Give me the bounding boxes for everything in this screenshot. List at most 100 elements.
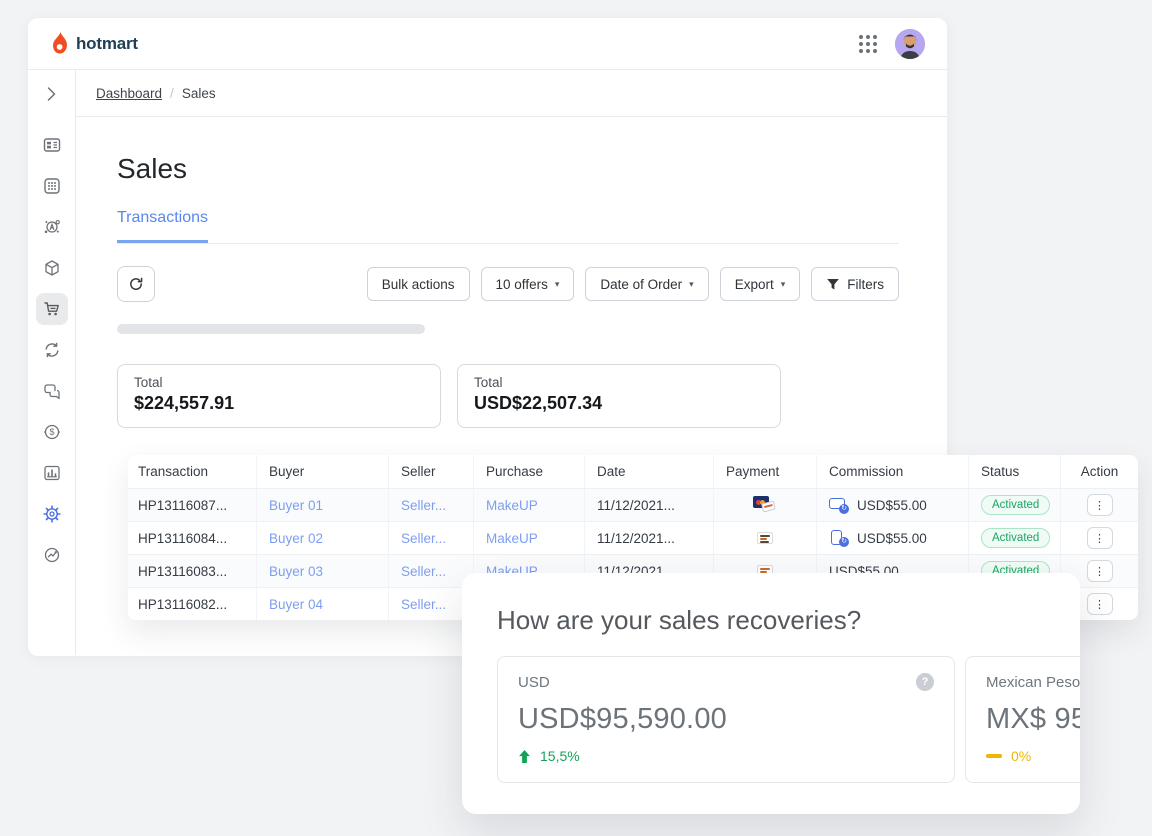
seller-link[interactable]: Seller... bbox=[388, 588, 473, 620]
sidebar-item-automation[interactable] bbox=[36, 211, 68, 243]
subscriptions-icon bbox=[42, 340, 62, 360]
filters-button[interactable]: Filters bbox=[811, 267, 899, 301]
sidebar-item-apps[interactable] bbox=[36, 170, 68, 202]
bulk-actions-button[interactable]: Bulk actions bbox=[367, 267, 470, 301]
sidebar-item-insights[interactable] bbox=[36, 539, 68, 571]
buyer-link[interactable]: Buyer 03 bbox=[256, 555, 388, 587]
status-badge: Activated bbox=[981, 528, 1050, 548]
card-recurrence-icon: ↻ bbox=[829, 497, 849, 514]
row-actions-button[interactable]: ⋮ bbox=[1087, 593, 1113, 615]
change-percent: 0% bbox=[1011, 748, 1031, 764]
arrow-up-icon bbox=[518, 750, 531, 763]
total-label: Total bbox=[474, 375, 764, 390]
finance-icon: $ bbox=[42, 422, 62, 442]
breadcrumb-dashboard[interactable]: Dashboard bbox=[96, 86, 162, 101]
table-header-row: Transaction Buyer Seller Purchase Date P… bbox=[128, 455, 1138, 488]
sidebar-expand-button[interactable] bbox=[47, 87, 56, 101]
export-dropdown[interactable]: Export ▾ bbox=[720, 267, 801, 301]
seller-link[interactable]: Seller... bbox=[388, 522, 473, 554]
help-icon[interactable]: ? bbox=[916, 673, 934, 691]
cart-icon bbox=[42, 299, 62, 319]
sidebar-item-messages[interactable] bbox=[36, 375, 68, 407]
sidebar-item-finance[interactable]: $ bbox=[36, 416, 68, 448]
purchase-link[interactable]: MakeUP bbox=[473, 522, 584, 554]
sidebar-item-settings[interactable] bbox=[36, 498, 68, 530]
column-header: Transaction bbox=[128, 455, 256, 488]
commission-value: USD$55.00 bbox=[857, 531, 927, 546]
credit-card-icon bbox=[753, 496, 777, 514]
seller-link[interactable]: Seller... bbox=[388, 555, 473, 587]
chevron-down-icon: ▾ bbox=[555, 279, 560, 290]
overview-icon bbox=[42, 135, 62, 155]
sidebar: $ bbox=[28, 70, 76, 655]
tabs: Transactions bbox=[117, 209, 899, 244]
insights-icon bbox=[42, 545, 62, 565]
column-header: Status bbox=[968, 455, 1060, 488]
total-value: USD$22,507.34 bbox=[474, 393, 764, 414]
status-badge: Activated bbox=[981, 495, 1050, 515]
total-label: Total bbox=[134, 375, 424, 390]
refresh-button[interactable] bbox=[117, 266, 155, 302]
table-row: HP13116084... Buyer 02 Seller... MakeUP … bbox=[128, 521, 1138, 554]
loading-skeleton bbox=[117, 324, 425, 334]
sidebar-item-sales[interactable] bbox=[36, 293, 68, 325]
transaction-id: HP13116084... bbox=[128, 522, 256, 554]
kebab-icon: ⋮ bbox=[1094, 499, 1105, 512]
column-header: Seller bbox=[388, 455, 473, 488]
automation-icon bbox=[42, 217, 62, 237]
apps-grid-icon bbox=[42, 176, 62, 196]
invoice-recurrence-icon: ↻ bbox=[829, 530, 849, 547]
refresh-icon bbox=[128, 276, 144, 292]
tab-transactions[interactable]: Transactions bbox=[117, 209, 208, 243]
sidebar-item-products[interactable] bbox=[36, 252, 68, 284]
table-row: HP13116087... Buyer 01 Seller... MakeUP … bbox=[128, 488, 1138, 521]
reports-icon bbox=[42, 463, 62, 483]
total-value: $224,557.91 bbox=[134, 393, 424, 414]
buyer-link[interactable]: Buyer 04 bbox=[256, 588, 388, 620]
brand-name: hotmart bbox=[76, 34, 138, 54]
funnel-icon bbox=[826, 278, 840, 291]
chevron-down-icon: ▾ bbox=[781, 279, 786, 290]
column-header: Buyer bbox=[256, 455, 388, 488]
row-actions-button[interactable]: ⋮ bbox=[1087, 494, 1113, 516]
products-icon bbox=[42, 258, 62, 278]
change-percent: 15,5% bbox=[540, 748, 580, 764]
kebab-icon: ⋮ bbox=[1094, 532, 1105, 545]
kebab-icon: ⋮ bbox=[1094, 565, 1105, 578]
hotmart-logo[interactable]: hotmart bbox=[50, 32, 138, 56]
currency-value: USD$95,590.00 bbox=[518, 703, 934, 736]
row-actions-button[interactable]: ⋮ bbox=[1087, 560, 1113, 582]
column-header: Purchase bbox=[473, 455, 584, 488]
user-avatar[interactable] bbox=[895, 29, 925, 59]
date-cell: 11/12/2021... bbox=[584, 489, 713, 521]
sidebar-item-reports[interactable] bbox=[36, 457, 68, 489]
transaction-id: HP13116082... bbox=[128, 588, 256, 620]
dash-icon bbox=[986, 754, 1002, 758]
currency-card-mxn: Mexican Peso ? MX$ 95 0% bbox=[965, 656, 1080, 783]
buyer-link[interactable]: Buyer 02 bbox=[256, 522, 388, 554]
transaction-id: HP13116083... bbox=[128, 555, 256, 587]
sidebar-item-subscriptions[interactable] bbox=[36, 334, 68, 366]
column-header: Action bbox=[1060, 455, 1138, 488]
currency-label: USD bbox=[518, 674, 550, 691]
totals-row: Total $224,557.91 Total USD$22,507.34 bbox=[117, 364, 899, 428]
apps-grid-icon[interactable] bbox=[859, 35, 877, 53]
page-title: Sales bbox=[117, 153, 899, 185]
row-actions-button[interactable]: ⋮ bbox=[1087, 527, 1113, 549]
buyer-link[interactable]: Buyer 01 bbox=[256, 489, 388, 521]
svg-text:$: $ bbox=[49, 427, 54, 437]
purchase-link[interactable]: MakeUP bbox=[473, 489, 584, 521]
currency-card-usd: USD ? USD$95,590.00 15,5% bbox=[497, 656, 955, 783]
sales-recoveries-panel: How are your sales recoveries? USD ? USD… bbox=[462, 573, 1080, 814]
page-background: hotmart bbox=[0, 0, 1152, 836]
date-of-order-dropdown[interactable]: Date of Order ▾ bbox=[585, 267, 708, 301]
boleto-icon bbox=[757, 532, 773, 544]
seller-link[interactable]: Seller... bbox=[388, 489, 473, 521]
offers-dropdown[interactable]: 10 offers ▾ bbox=[481, 267, 575, 301]
chevron-down-icon: ▾ bbox=[689, 279, 694, 290]
currency-value: MX$ 95 bbox=[986, 703, 1080, 736]
column-header: Payment bbox=[713, 455, 816, 488]
recoveries-title: How are your sales recoveries? bbox=[497, 605, 1080, 636]
transaction-id: HP13116087... bbox=[128, 489, 256, 521]
sidebar-item-overview[interactable] bbox=[36, 129, 68, 161]
